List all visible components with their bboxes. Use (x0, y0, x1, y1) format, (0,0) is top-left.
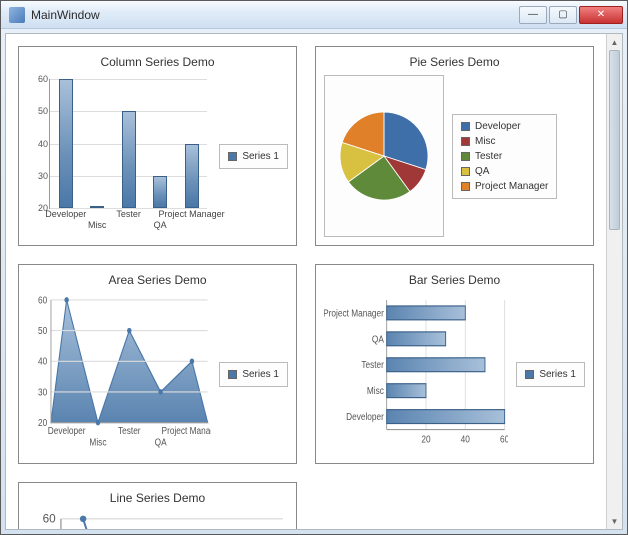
svg-text:60: 60 (500, 432, 508, 444)
legend-item: Series 1 (525, 369, 576, 380)
pie-chart (324, 75, 444, 237)
legend-label: Misc (475, 136, 496, 147)
panel-area: Area Series Demo 2030405060Develo (18, 264, 297, 464)
legend-item: Series 1 (228, 369, 279, 380)
scroll-up-icon[interactable]: ▲ (607, 34, 622, 50)
svg-text:20: 20 (38, 416, 47, 428)
legend-column: Series 1 (219, 144, 288, 169)
svg-text:40: 40 (461, 432, 470, 444)
panel-pie: Pie Series Demo Developer Misc Tester QA Pro… (315, 46, 594, 246)
svg-text:Tester: Tester (361, 358, 384, 370)
svg-text:QA: QA (372, 332, 385, 344)
svg-text:50: 50 (38, 324, 47, 336)
panel-title-column: Column Series Demo (27, 55, 288, 69)
legend-area: Series 1 (219, 362, 288, 387)
legend-item: Series 1 (228, 151, 279, 162)
area-chart: 20 30 40 50 60 DeveloperMisc Tester QAProject M… (27, 293, 211, 455)
legend-swatch-icon (461, 182, 470, 191)
scrollbar-thumb[interactable] (609, 50, 620, 230)
column-chart: 2030405060DeveloperMiscTesterQAProject M… (27, 75, 211, 237)
panel-line: Line Series Demo 60 (18, 482, 297, 529)
legend-swatch-icon (461, 122, 470, 131)
panel-column: Column Series Demo 2030405060DeveloperMi… (18, 46, 297, 246)
vertical-scrollbar[interactable]: ▲ ▼ (606, 34, 622, 529)
svg-text:30: 30 (38, 385, 47, 397)
bar-chart: 20 40 60 Project Manager QA Tester Misc Develop… (324, 293, 508, 455)
panel-title-area: Area Series Demo (27, 273, 288, 287)
legend-swatch-icon (461, 137, 470, 146)
svg-text:Developer: Developer (346, 410, 384, 422)
svg-text:Project Manager: Project Manager (162, 424, 212, 436)
scroll-down-icon[interactable]: ▼ (607, 513, 622, 529)
legend-item: Tester (461, 151, 548, 162)
maximize-button[interactable]: ▢ (549, 6, 577, 24)
legend-label: QA (475, 166, 489, 177)
svg-text:60: 60 (38, 293, 47, 305)
legend-swatch-icon (525, 370, 534, 379)
legend-label: Series 1 (242, 369, 279, 380)
legend-label: Tester (475, 151, 502, 162)
client-area: Column Series Demo 2030405060DeveloperMi… (5, 33, 623, 530)
panel-title-pie: Pie Series Demo (324, 55, 585, 69)
svg-text:Developer: Developer (48, 424, 86, 436)
svg-text:20: 20 (421, 432, 430, 444)
svg-text:Project Manager: Project Manager (324, 306, 384, 318)
svg-text:60: 60 (43, 513, 57, 526)
legend-bar: Series 1 (516, 362, 585, 387)
app-icon (9, 7, 25, 23)
legend-label: Project Manager (475, 181, 548, 192)
legend-swatch-icon (461, 152, 470, 161)
main-window: MainWindow — ▢ ✕ Column Series Demo 2030… (0, 0, 628, 535)
titlebar[interactable]: MainWindow — ▢ ✕ (1, 1, 627, 29)
svg-text:40: 40 (38, 355, 47, 367)
svg-text:Misc: Misc (89, 436, 106, 448)
legend-swatch-icon (461, 167, 470, 176)
legend-pie: Developer Misc Tester QA Project Manager (452, 114, 557, 199)
legend-item: QA (461, 166, 548, 177)
svg-text:Misc: Misc (367, 384, 384, 396)
chart-grid: Column Series Demo 2030405060DeveloperMi… (18, 46, 594, 529)
panel-placeholder (315, 482, 594, 529)
legend-item: Developer (461, 121, 548, 132)
svg-text:QA: QA (155, 436, 168, 448)
close-button[interactable]: ✕ (579, 6, 623, 24)
legend-swatch-icon (228, 152, 237, 161)
legend-label: Developer (475, 121, 521, 132)
panel-title-bar: Bar Series Demo (324, 273, 585, 287)
line-chart: 60 (27, 511, 288, 529)
window-buttons: — ▢ ✕ (517, 6, 623, 24)
legend-swatch-icon (228, 370, 237, 379)
panel-title-line: Line Series Demo (27, 491, 288, 505)
panel-bar: Bar Series Demo 204060Project Man (315, 264, 594, 464)
minimize-button[interactable]: — (519, 6, 547, 24)
legend-item: Misc (461, 136, 548, 147)
scroll-area[interactable]: Column Series Demo 2030405060DeveloperMi… (6, 34, 606, 529)
legend-label: Series 1 (242, 151, 279, 162)
svg-text:Tester: Tester (118, 424, 141, 436)
legend-item: Project Manager (461, 181, 548, 192)
window-title: MainWindow (31, 8, 517, 22)
legend-label: Series 1 (539, 369, 576, 380)
